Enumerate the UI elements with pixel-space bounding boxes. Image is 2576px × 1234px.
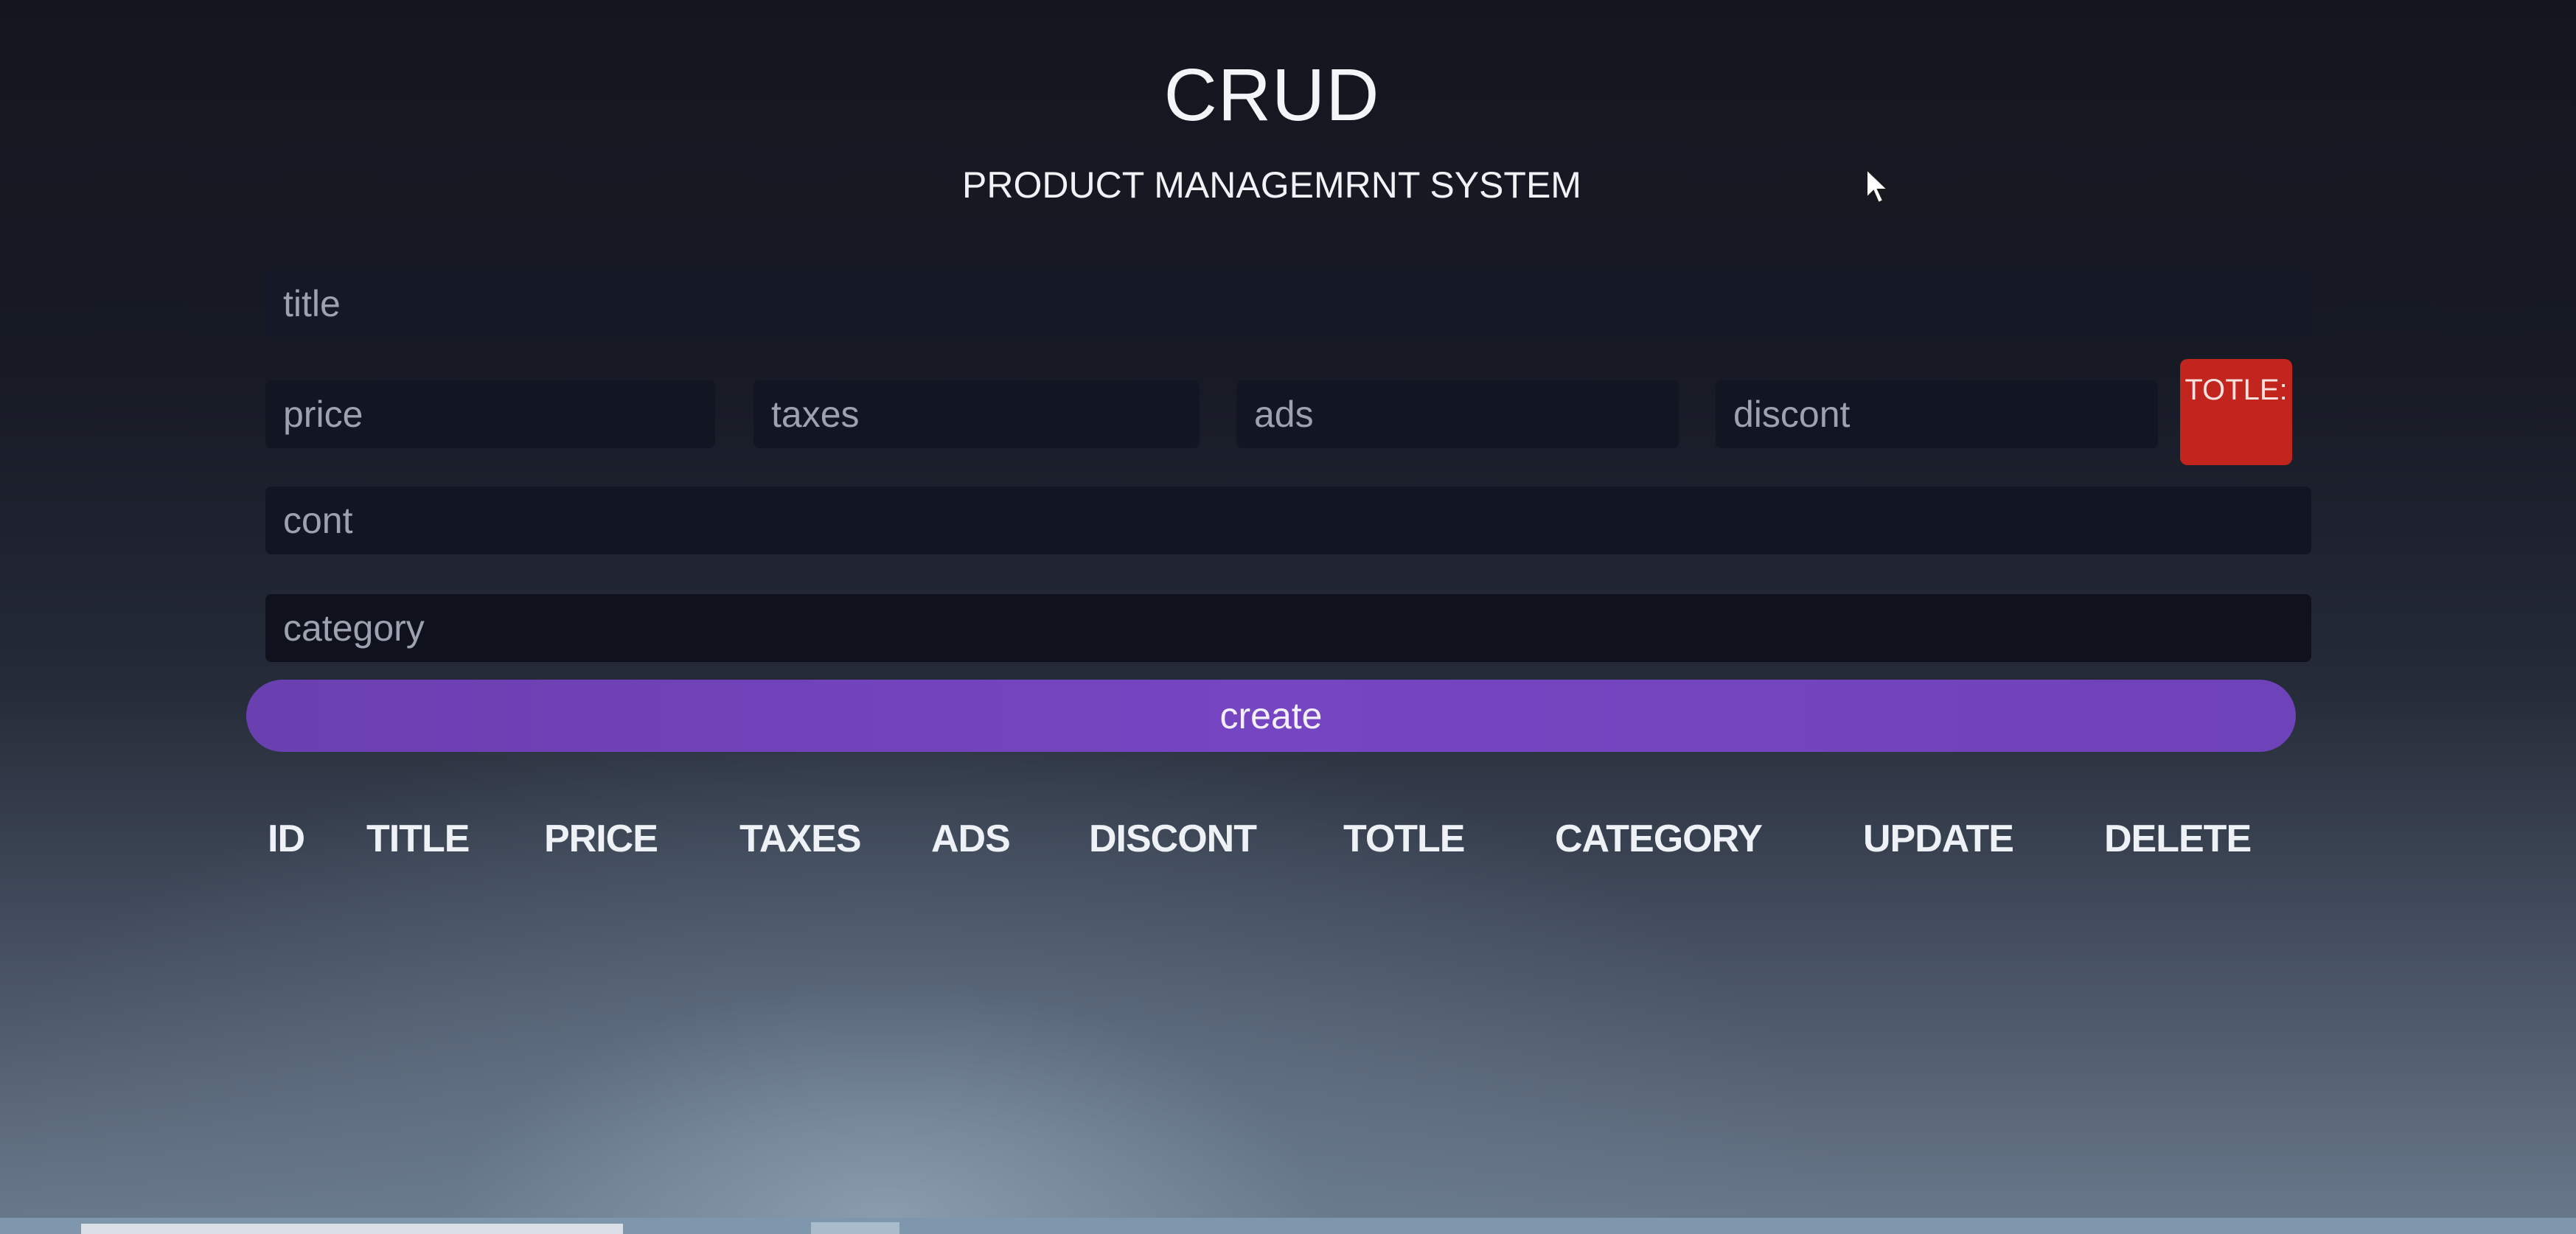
ads-input[interactable] (1236, 380, 1679, 448)
price-input[interactable] (265, 380, 715, 448)
column-header-price: PRICE (544, 818, 658, 860)
total-badge: TOTLE: (2180, 359, 2292, 465)
total-label: TOTLE: (2185, 374, 2288, 406)
column-header-totle: TOTLE (1343, 818, 1465, 860)
page-subtitle: PRODUCT MANAGEMRNT SYSTEM (962, 164, 1581, 206)
taskbar (0, 1218, 2576, 1234)
count-input[interactable] (265, 487, 2311, 554)
column-header-delete: DELETE (2104, 818, 2252, 860)
taskbar-item[interactable] (811, 1222, 899, 1234)
taxes-input[interactable] (753, 380, 1200, 448)
column-header-title: TITLE (366, 818, 470, 860)
column-header-update: UPDATE (1863, 818, 2014, 860)
title-input[interactable] (265, 270, 2311, 338)
taskbar-item[interactable] (81, 1224, 623, 1234)
mouse-cursor-icon (1866, 168, 1890, 204)
table-header: ID TITLE PRICE TAXES ADS DISCONT TOTLE C… (0, 817, 2576, 861)
create-button[interactable]: create (246, 680, 2296, 752)
column-header-taxes: TAXES (739, 818, 862, 860)
crud-app: CRUD PRODUCT MANAGEMRNT SYSTEM TOTLE: cr… (0, 0, 2576, 1234)
column-header-id: ID (268, 818, 305, 860)
category-input[interactable] (265, 594, 2311, 662)
column-header-category: CATEGORY (1555, 818, 1763, 860)
column-header-discont: DISCONT (1089, 818, 1257, 860)
discount-input[interactable] (1716, 380, 2158, 448)
column-header-ads: ADS (931, 818, 1011, 860)
page-title: CRUD (1163, 54, 1380, 136)
